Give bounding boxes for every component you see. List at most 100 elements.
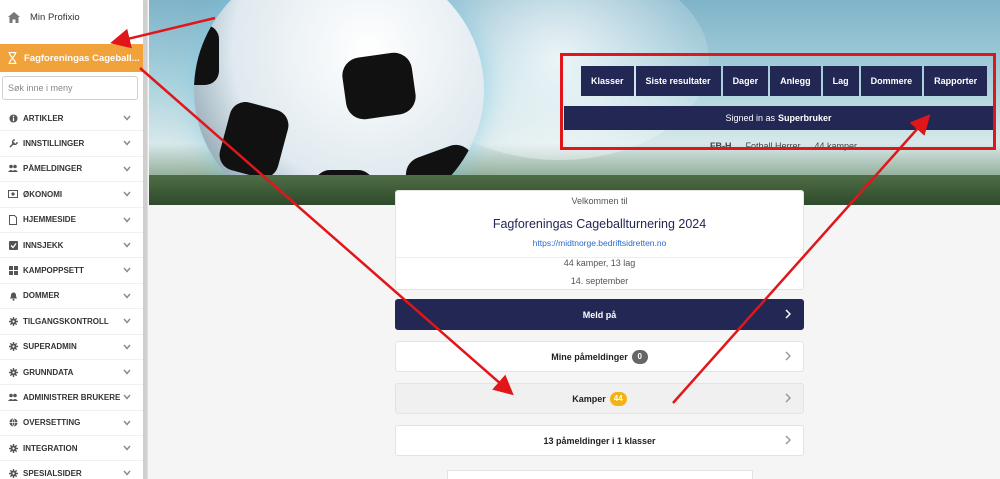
chevron-down-icon[interactable] <box>123 419 131 428</box>
gear-icon <box>8 443 18 453</box>
sidebar-item-artikler[interactable]: ARTIKLER <box>0 106 147 132</box>
chevron-down-icon[interactable] <box>123 266 131 275</box>
chevron-down-icon[interactable] <box>123 165 131 174</box>
sidebar-item-label: INNSTILLINGER <box>23 139 85 149</box>
sidebar-item-innstillinger[interactable]: INNSTILLINGER <box>0 131 147 157</box>
event-summary: 44 kamper, 13 lag <box>563 258 636 268</box>
sidebar-search-input[interactable]: Søk inne i meny <box>2 76 138 100</box>
chevron-down-icon[interactable] <box>123 114 131 123</box>
registrations-summary-button[interactable]: 13 påmeldinger i 1 klasser <box>395 425 804 456</box>
top-navigation: Klasser Siste resultater Dager Anlegg La… <box>581 66 988 96</box>
hourglass-icon <box>6 52 18 64</box>
signed-in-prefix: Signed in as <box>725 113 775 123</box>
users-icon <box>8 164 18 174</box>
registrations-summary-label: 13 påmeldinger i 1 klasser <box>543 435 656 446</box>
sidebar-item-spesialsider[interactable]: SPESIALSIDER <box>0 461 147 479</box>
sidebar-item-tilgangskontroll[interactable]: TILGANGSKONTROLL <box>0 309 147 335</box>
chevron-down-icon[interactable] <box>123 292 131 301</box>
register-button[interactable]: Meld på <box>395 299 804 330</box>
chevron-right-icon <box>785 435 792 447</box>
sidebar-item-label: DOMMER <box>23 291 60 301</box>
my-registrations-label: Mine påmeldinger <box>551 351 628 362</box>
sidebar-item-kampoppsett[interactable]: KAMPOPPSETT <box>0 258 147 284</box>
sidebar-item-label: ADMINISTRER BRUKERE <box>23 392 121 402</box>
chevron-down-icon[interactable] <box>123 241 131 250</box>
nav-button-rapporter[interactable]: Rapporter <box>924 66 988 96</box>
sidebar-home-label: Min Profixio <box>30 11 80 23</box>
sidebar-item-økonomi[interactable]: ØKONOMI <box>0 182 147 208</box>
sidebar-item-superadmin[interactable]: SUPERADMIN <box>0 335 147 360</box>
sidebar-item-integration[interactable]: INTEGRATION <box>0 436 147 462</box>
next-card-edge <box>447 470 753 479</box>
sidebar-item-label: SUPERADMIN <box>23 342 77 352</box>
gear-icon <box>8 316 18 326</box>
event-card: Velkommen til Fagforeningas Cageballturn… <box>395 190 804 290</box>
chevron-down-icon[interactable] <box>123 368 131 377</box>
class-name: Fotball Herrer <box>745 141 801 151</box>
chevron-down-icon[interactable] <box>123 393 131 402</box>
chevron-down-icon[interactable] <box>123 317 131 326</box>
my-registrations-button[interactable]: Mine påmeldinger 0 <box>395 341 804 372</box>
money-icon <box>8 189 18 199</box>
sidebar-item-label: SPESIALSIDER <box>23 469 82 479</box>
sidebar-scrollbar[interactable] <box>143 0 147 479</box>
sidebar-item-innsjekk[interactable]: INNSJEKK <box>0 233 147 259</box>
sidebar-item-label: ØKONOMI <box>23 189 63 199</box>
sidebar-item-label: INTEGRATION <box>23 443 78 453</box>
signed-in-user: Superbruker <box>778 113 832 123</box>
chevron-down-icon[interactable] <box>123 444 131 453</box>
class-code: FB-H <box>710 141 732 151</box>
hero-banner <box>149 0 1000 205</box>
my-registrations-count-badge: 0 <box>631 349 648 364</box>
matches-label: Kamper <box>572 393 606 404</box>
nav-button-klasser[interactable]: Klasser <box>581 66 634 96</box>
event-url-link[interactable]: https://midtnorge.bedriftsidretten.no <box>396 238 803 248</box>
chevron-down-icon[interactable] <box>123 343 131 352</box>
chevron-right-icon <box>785 393 792 405</box>
nav-button-anlegg[interactable]: Anlegg <box>770 66 821 96</box>
globe-icon <box>8 418 18 428</box>
gear-icon <box>8 469 18 479</box>
chevron-down-icon[interactable] <box>123 216 131 225</box>
gear-icon <box>8 367 18 377</box>
sidebar-item-label: OVERSETTING <box>23 418 81 428</box>
sidebar-active-label: Fagforeningas Cageball... <box>24 52 140 64</box>
signed-in-bar: Signed in as Superbruker <box>564 106 993 130</box>
sidebar-item-label: HJEMMESIDE <box>23 215 76 225</box>
sidebar-item-label: KAMPOPPSETT <box>23 266 84 276</box>
sidebar-item-dommer[interactable]: DOMMER <box>0 284 147 310</box>
sidebar-item-hjemmeside[interactable]: HJEMMESIDE <box>0 208 147 233</box>
nav-button-lag[interactable]: Lag <box>822 66 859 96</box>
sidebar-item-grunndata[interactable]: GRUNNDATA <box>0 360 147 386</box>
sidebar-search-placeholder: Søk inne i meny <box>8 83 73 93</box>
sidebar-item-påmeldinger[interactable]: PÅMELDINGER <box>0 157 147 183</box>
event-date: 14. september <box>570 276 629 286</box>
matches-button[interactable]: Kamper 44 <box>395 383 804 414</box>
nav-button-dommere[interactable]: Dommere <box>860 66 923 96</box>
info-icon <box>8 113 18 123</box>
sidebar-menu: ARTIKLER INNSTILLINGER PÅMELDINGER ØKONOMI H… <box>0 106 147 479</box>
chevron-down-icon[interactable] <box>123 469 131 478</box>
sidebar-item-active-event[interactable]: Fagforeningas Cageball... <box>0 44 147 72</box>
grid-icon <box>8 266 18 276</box>
home-icon <box>8 11 20 23</box>
matches-count-badge: 44 <box>609 391 627 406</box>
sidebar-item-administrer-brukere[interactable]: ADMINISTRER BRUKERE <box>0 385 147 411</box>
checkbox-icon <box>8 240 18 250</box>
sidebar-item-home[interactable]: Min Profixio <box>0 0 147 34</box>
chevron-down-icon[interactable] <box>123 139 131 148</box>
gear-icon <box>8 342 18 352</box>
sidebar-item-label: PÅMELDINGER <box>23 164 83 174</box>
wrench-icon <box>8 139 18 149</box>
chevron-right-icon <box>785 351 792 363</box>
nav-button-dager[interactable]: Dager <box>722 66 769 96</box>
sidebar-item-label: ARTIKLER <box>23 113 64 123</box>
welcome-text: Velkommen til <box>571 196 628 206</box>
register-label: Meld på <box>582 309 617 320</box>
bell-icon <box>8 291 18 301</box>
sidebar: Min Profixio Fagforeningas Cageball... S… <box>0 0 148 479</box>
chevron-down-icon[interactable] <box>123 190 131 199</box>
sidebar-item-oversetting[interactable]: OVERSETTING <box>0 411 147 437</box>
nav-button-siste-resultater[interactable]: Siste resultater <box>635 66 721 96</box>
file-icon <box>8 214 18 225</box>
